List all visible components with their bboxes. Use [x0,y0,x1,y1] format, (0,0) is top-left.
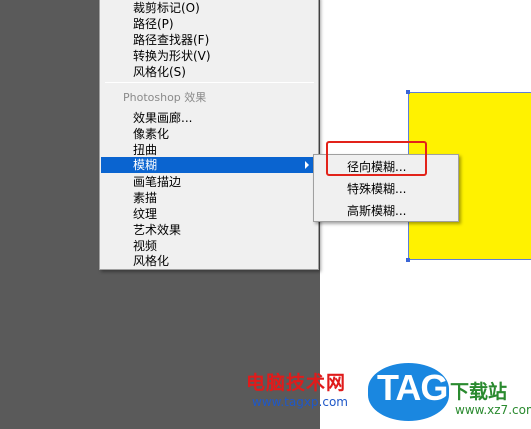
menu-item-crop-marks[interactable]: 裁剪标记(O) [101,0,317,16]
selection-handle[interactable] [406,90,410,94]
menu-item-pixelate[interactable]: 像素化 [101,126,317,142]
watermark-site-name-2: 下载站 [450,381,508,403]
menu-item-blur-label: 模糊 [133,158,158,172]
menu-item-path[interactable]: 路径(P) [101,16,317,32]
effect-menu: 裁剪标记(O) 路径(P) 路径查找器(F) 转换为形状(V) 风格化(S) P… [99,0,319,270]
menu-item-effect-gallery[interactable]: 效果画廊... [101,110,317,126]
submenu-item-gaussian-blur[interactable]: 高斯模糊... [347,203,406,219]
menu-item-texture[interactable]: 纹理 [101,206,317,222]
menu-item-convert-to-shape[interactable]: 转换为形状(V) [101,48,317,64]
menu-item-video[interactable]: 视频 [101,238,317,254]
photoshop-effects-header: Photoshop 效果 [123,91,207,104]
menu-item-sketch[interactable]: 素描 [101,190,317,206]
watermark-site-url-2: www.xz7.com [455,403,531,417]
menu-item-brush-strokes[interactable]: 画笔描边 [101,174,317,190]
annotation-highlight-box [326,141,427,176]
watermark-site-url: www.tagxp.com [252,395,348,409]
submenu-arrow-icon [305,161,309,169]
menu-item-pathfinder[interactable]: 路径查找器(F) [101,32,317,48]
watermark-logo-text: TAG [377,367,448,408]
menu-item-stylize-s[interactable]: 风格化(S) [101,64,317,80]
menu-item-blur[interactable]: 模糊 [101,157,317,173]
watermark-site-name: 电脑技术网 [246,372,347,394]
selection-handle[interactable] [406,258,410,262]
menu-divider [105,82,314,83]
menu-item-artistic[interactable]: 艺术效果 [101,222,317,238]
menu-item-distort[interactable]: 扭曲 [101,142,317,158]
menu-item-stylize[interactable]: 风格化 [101,253,317,269]
submenu-item-smart-blur[interactable]: 特殊模糊... [347,181,406,197]
